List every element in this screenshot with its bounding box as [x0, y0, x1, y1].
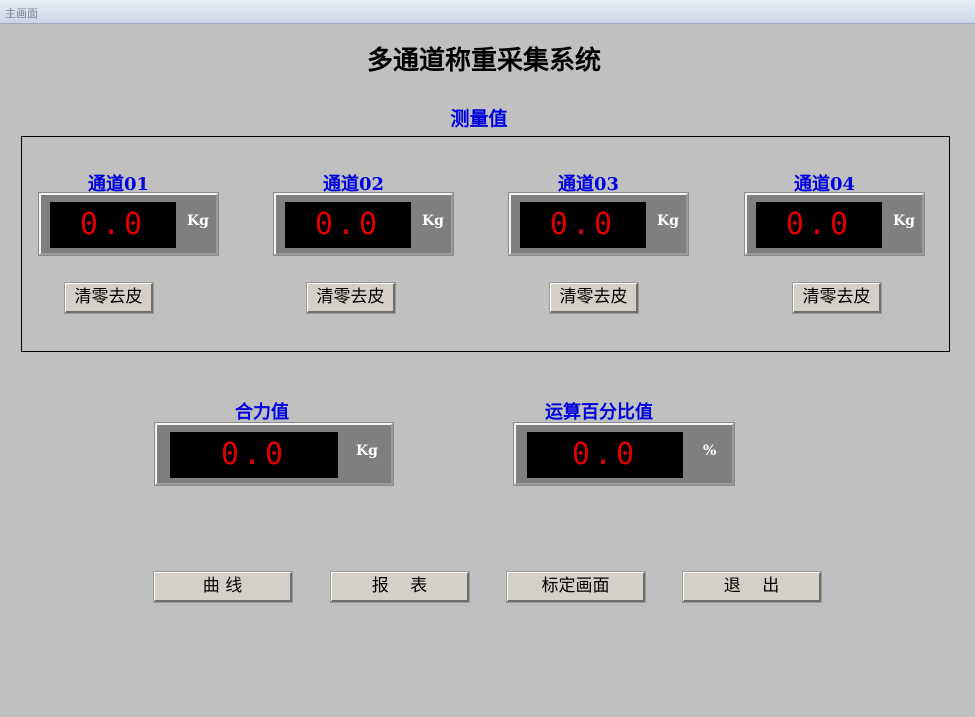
window-title: 主画面 — [5, 7, 38, 20]
calibration-button[interactable]: 标定画面 — [506, 571, 646, 603]
report-button[interactable]: 报 表 — [330, 571, 470, 603]
resultant-meter: 0.0 Kg — [154, 422, 394, 486]
resultant-label: 合力值 — [235, 402, 289, 423]
channel-04-meter: 0.0 Kg — [744, 192, 925, 256]
percentage-meter: 0.0 % — [513, 422, 735, 486]
percentage-label: 运算百分比值 — [545, 402, 653, 423]
channel-02-tare-button[interactable]: 清零去皮 — [306, 282, 396, 314]
page-title: 多通道称重采集系统 — [366, 46, 601, 76]
channel-02-meter: 0.0 Kg — [273, 192, 454, 256]
curve-button[interactable]: 曲 线 — [153, 571, 293, 603]
channel-04-unit: Kg — [893, 213, 915, 229]
channel-04-value: 0.0 — [756, 202, 882, 248]
resultant-value: 0.0 — [170, 432, 338, 478]
channel-02-unit: Kg — [422, 213, 444, 229]
channel-03-unit: Kg — [657, 213, 679, 229]
percentage-unit: % — [703, 443, 717, 459]
channel-01-unit: Kg — [187, 213, 209, 229]
channel-04-tare-button[interactable]: 清零去皮 — [792, 282, 882, 314]
channel-01-tare-button[interactable]: 清零去皮 — [64, 282, 154, 314]
channel-03-value: 0.0 — [520, 202, 646, 248]
channel-03-tare-button[interactable]: 清零去皮 — [549, 282, 639, 314]
resultant-unit: Kg — [356, 443, 378, 459]
measure-section-title: 测量值 — [450, 108, 508, 130]
channel-01-value: 0.0 — [50, 202, 176, 248]
channel-03-meter: 0.0 Kg — [508, 192, 689, 256]
exit-button[interactable]: 退 出 — [682, 571, 822, 603]
percentage-value: 0.0 — [527, 432, 683, 478]
window-titlebar: 主画面 — [0, 0, 975, 24]
channel-02-value: 0.0 — [285, 202, 411, 248]
channel-01-meter: 0.0 Kg — [38, 192, 219, 256]
